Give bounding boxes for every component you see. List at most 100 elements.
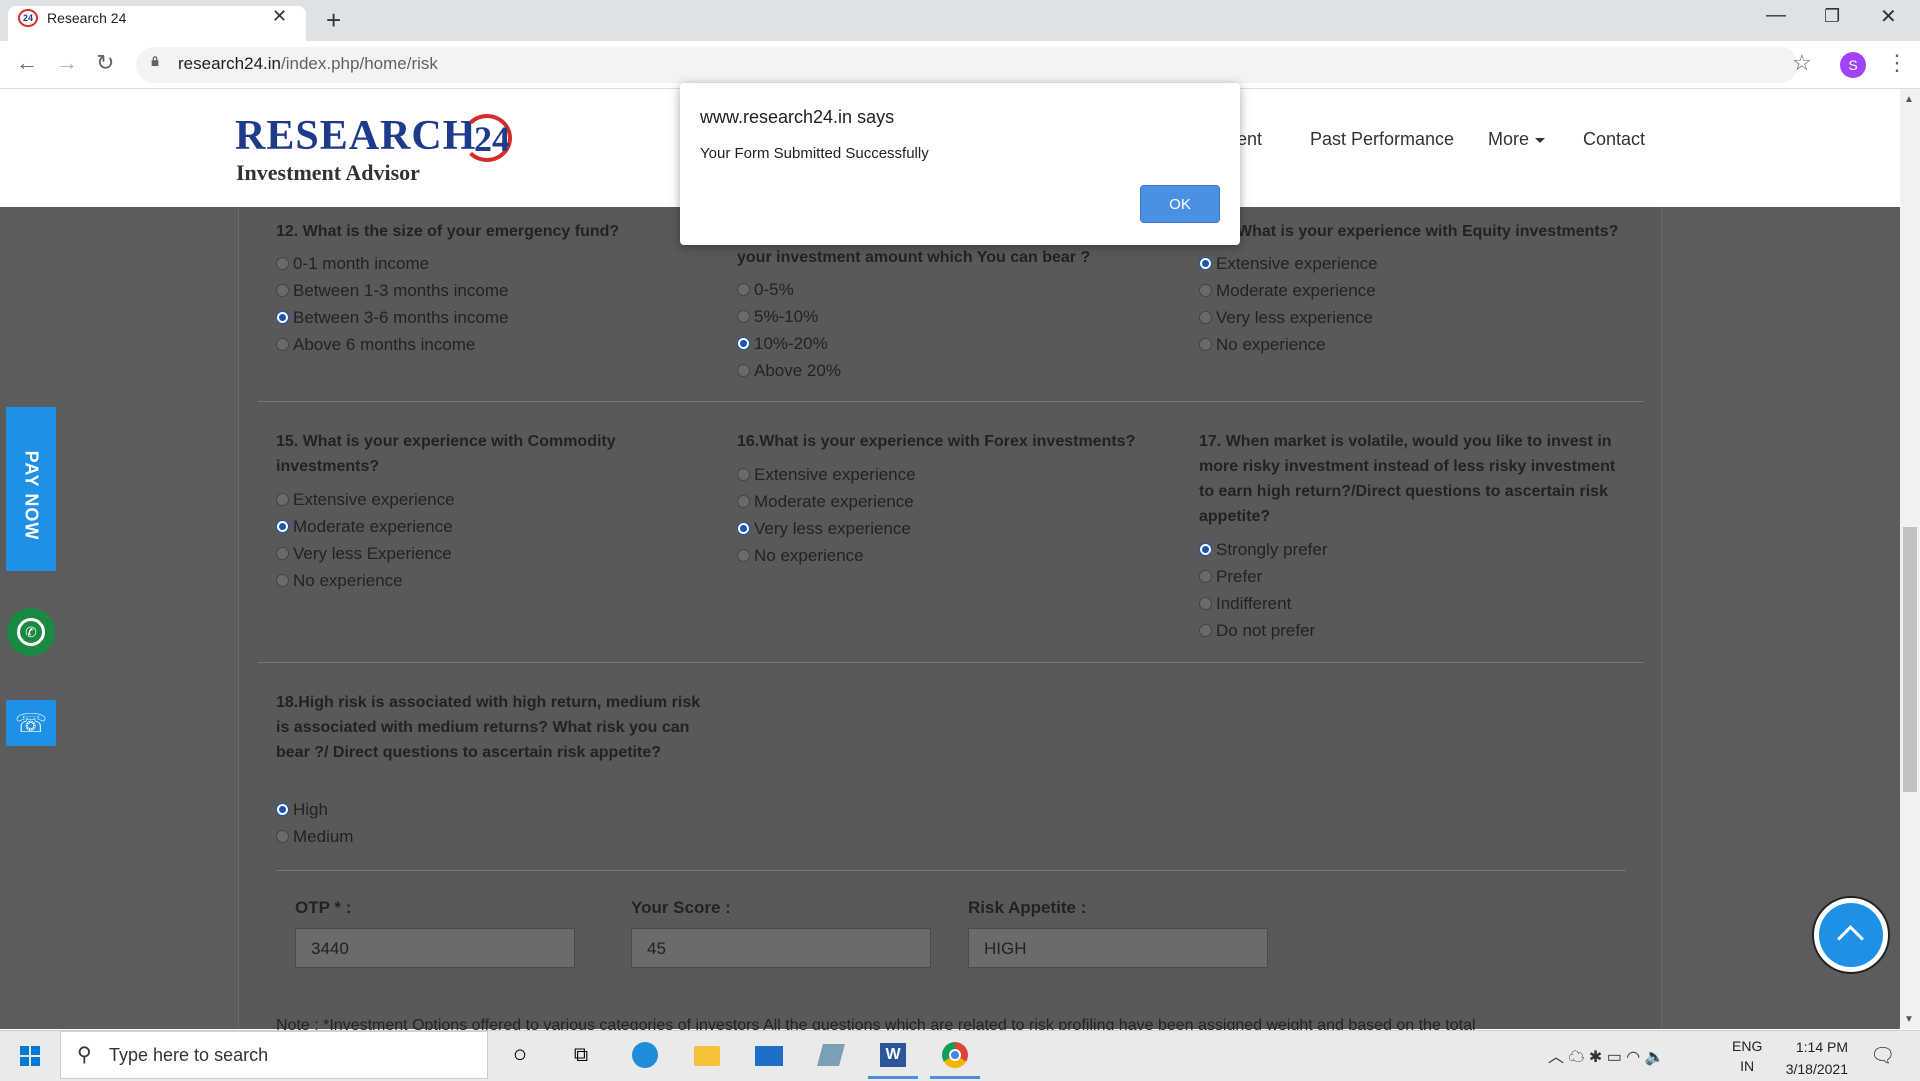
- radio-option[interactable]: Moderate experience: [1199, 277, 1378, 304]
- system-tray-icons[interactable]: ︿ ☁ ✱ ▭ ◠ 🔈: [1548, 1043, 1665, 1067]
- site-logo[interactable]: RESEARCH: [235, 112, 476, 160]
- cortana-icon[interactable]: ○: [503, 1040, 537, 1070]
- radio-checked-icon[interactable]: [1199, 543, 1212, 556]
- radio-option[interactable]: No experience: [276, 567, 455, 594]
- radio-unchecked-icon[interactable]: [1199, 338, 1212, 351]
- radio-unchecked-icon[interactable]: [276, 257, 289, 270]
- radio-checked-icon[interactable]: [276, 803, 289, 816]
- language-indicator[interactable]: ENG IN: [1732, 1036, 1762, 1076]
- app-icon[interactable]: [814, 1040, 848, 1070]
- radio-option-label: Very less experience: [754, 519, 911, 538]
- word-icon[interactable]: W: [876, 1040, 910, 1070]
- bookmark-star-icon[interactable]: ☆: [1792, 50, 1812, 76]
- radio-option[interactable]: Very less experience: [1199, 304, 1378, 331]
- minimize-icon[interactable]: —: [1766, 4, 1786, 27]
- radio-unchecked-icon[interactable]: [737, 364, 750, 377]
- taskbar-search-box[interactable]: ⚲ Type here to search: [60, 1031, 488, 1079]
- site-favicon-icon: 24: [18, 9, 38, 27]
- scroll-down-arrow-icon[interactable]: ▼: [1904, 1014, 1914, 1025]
- scroll-up-arrow-icon[interactable]: ▲: [1904, 94, 1914, 105]
- nav-item-past-performance[interactable]: Past Performance: [1310, 129, 1454, 150]
- callback-icon[interactable]: ☏: [6, 700, 56, 746]
- browser-menu-icon[interactable]: ⋮: [1886, 50, 1908, 76]
- question-12-options: 0-1 month income Between 1-3 months incom…: [276, 250, 508, 358]
- chrome-icon[interactable]: [938, 1040, 972, 1070]
- whatsapp-icon[interactable]: ✆: [7, 608, 55, 656]
- radio-option[interactable]: Extensive experience: [276, 486, 455, 513]
- radio-option[interactable]: Between 3-6 months income: [276, 304, 508, 331]
- scrollbar-thumb[interactable]: [1903, 527, 1917, 792]
- task-view-icon[interactable]: ⧉: [564, 1040, 598, 1070]
- radio-unchecked-icon[interactable]: [276, 493, 289, 506]
- alert-dialog: www.research24.in says Your Form Submitt…: [680, 83, 1240, 245]
- reload-icon[interactable]: ↻: [96, 50, 114, 76]
- radio-option[interactable]: Do not prefer: [1199, 617, 1328, 644]
- radio-option[interactable]: No experience: [1199, 331, 1378, 358]
- radio-option[interactable]: Above 20%: [737, 357, 841, 384]
- restore-icon[interactable]: ❐: [1824, 6, 1840, 27]
- radio-unchecked-icon[interactable]: [1199, 597, 1212, 610]
- radio-unchecked-icon[interactable]: [276, 284, 289, 297]
- radio-unchecked-icon[interactable]: [1199, 311, 1212, 324]
- radio-option[interactable]: 0-1 month income: [276, 250, 508, 277]
- forward-arrow-icon[interactable]: →: [56, 50, 78, 76]
- question-17-options: Strongly prefer Prefer Indifferent Do not p…: [1199, 536, 1328, 644]
- new-tab-icon[interactable]: +: [326, 6, 341, 34]
- tab-close-icon[interactable]: ✕: [272, 6, 287, 27]
- back-arrow-icon[interactable]: ←: [16, 50, 38, 76]
- radio-option[interactable]: High: [276, 796, 353, 823]
- notification-center-icon[interactable]: 🗨: [1870, 1043, 1895, 1068]
- otp-input[interactable]: 3440: [295, 928, 575, 968]
- nav-item-contact[interactable]: Contact: [1583, 129, 1645, 150]
- radio-option[interactable]: Moderate experience: [276, 513, 455, 540]
- radio-unchecked-icon[interactable]: [737, 468, 750, 481]
- scroll-to-top-button[interactable]: [1812, 896, 1890, 974]
- ok-button[interactable]: OK: [1140, 185, 1220, 223]
- radio-option[interactable]: 0-5%: [737, 276, 841, 303]
- radio-option[interactable]: No experience: [737, 542, 916, 569]
- radio-unchecked-icon[interactable]: [737, 549, 750, 562]
- radio-checked-icon[interactable]: [737, 337, 750, 350]
- radio-option-label: Do not prefer: [1216, 621, 1316, 640]
- radio-option[interactable]: Extensive experience: [737, 461, 916, 488]
- radio-option-label: Prefer: [1216, 567, 1263, 586]
- radio-unchecked-icon[interactable]: [276, 338, 289, 351]
- taskbar-clock[interactable]: 1:14 PM 3/18/2021: [1768, 1036, 1848, 1080]
- radio-option[interactable]: Medium: [276, 823, 353, 850]
- radio-option[interactable]: Strongly prefer: [1199, 536, 1328, 563]
- radio-unchecked-icon[interactable]: [1199, 570, 1212, 583]
- radio-option-label: Above 20%: [754, 361, 841, 380]
- radio-option[interactable]: Above 6 months income: [276, 331, 508, 358]
- edge-icon[interactable]: [628, 1040, 662, 1070]
- radio-checked-icon[interactable]: [276, 311, 289, 324]
- radio-unchecked-icon[interactable]: [1199, 624, 1212, 637]
- pay-now-button[interactable]: PAY NOW: [6, 407, 56, 571]
- chevron-up-icon: [1837, 925, 1864, 952]
- nav-item-more[interactable]: More: [1488, 129, 1546, 150]
- radio-unchecked-icon[interactable]: [737, 495, 750, 508]
- radio-option[interactable]: 5%-10%: [737, 303, 841, 330]
- question-15-options: Extensive experience Moderate experience V…: [276, 486, 455, 594]
- radio-option[interactable]: Prefer: [1199, 563, 1328, 590]
- radio-unchecked-icon[interactable]: [737, 283, 750, 296]
- profile-avatar[interactable]: S: [1840, 52, 1866, 78]
- radio-option[interactable]: Extensive experience: [1199, 250, 1378, 277]
- radio-checked-icon[interactable]: [276, 520, 289, 533]
- radio-unchecked-icon[interactable]: [276, 547, 289, 560]
- radio-option[interactable]: Between 1-3 months income: [276, 277, 508, 304]
- radio-option[interactable]: Very less experience: [737, 515, 916, 542]
- radio-option[interactable]: Very less Experience: [276, 540, 455, 567]
- mail-icon[interactable]: [752, 1040, 786, 1070]
- radio-option[interactable]: Moderate experience: [737, 488, 916, 515]
- file-explorer-icon[interactable]: [690, 1040, 724, 1070]
- radio-unchecked-icon[interactable]: [737, 310, 750, 323]
- radio-checked-icon[interactable]: [737, 522, 750, 535]
- radio-unchecked-icon[interactable]: [1199, 284, 1212, 297]
- radio-option[interactable]: 10%-20%: [737, 330, 841, 357]
- close-window-icon[interactable]: ✕: [1880, 4, 1897, 29]
- radio-unchecked-icon[interactable]: [276, 574, 289, 587]
- windows-start-icon[interactable]: [20, 1046, 40, 1066]
- radio-unchecked-icon[interactable]: [276, 830, 289, 843]
- radio-checked-icon[interactable]: [1199, 257, 1212, 270]
- radio-option[interactable]: Indifferent: [1199, 590, 1328, 617]
